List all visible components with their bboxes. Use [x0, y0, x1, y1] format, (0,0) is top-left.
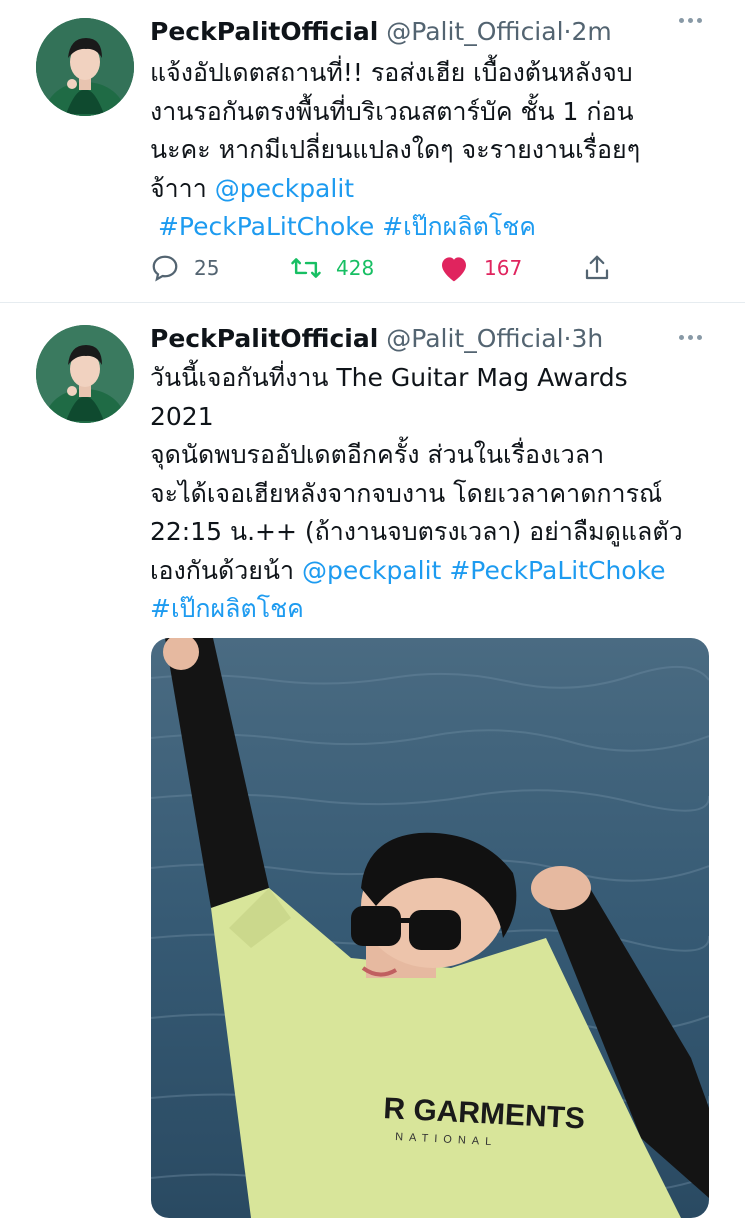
- hashtag-link[interactable]: #PeckPaLitChoke: [449, 556, 665, 585]
- timestamp[interactable]: 2m: [571, 17, 611, 46]
- more-icon[interactable]: [675, 327, 705, 347]
- heart-icon: [442, 257, 466, 282]
- tweet-text: วันนี้เจอกันที่งาน The Guitar Mag Awards…: [150, 359, 720, 629]
- share-button[interactable]: [582, 250, 612, 286]
- tweet-text-line: จุดนัดพบรออัปเดตอีกครั้ง ส่วนในเรื่องเวล…: [150, 440, 605, 469]
- tweet-text-fragment: เองกันด้วยน้า: [150, 555, 295, 585]
- reply-button[interactable]: 25: [150, 250, 219, 286]
- tweet-text: แจ้งอัปเดตสถานที่!! รอส่งเฮีย เบื้องต้นห…: [150, 54, 720, 247]
- mention-link[interactable]: @peckpalit: [215, 174, 354, 203]
- tweet-2[interactable]: PeckPalitOfficial @Palit_Official·3h วัน…: [0, 303, 745, 1218]
- hashtag-link[interactable]: #PeckPaLitChoke: [158, 212, 374, 241]
- retweet-icon: [291, 258, 321, 278]
- tweet-text-line: งานรอกันตรงพื้นที่บริเวณสตาร์บัค ชั้น 1 …: [150, 96, 634, 126]
- tweet-text-fragment: จ้าาา: [150, 173, 207, 203]
- tweet-text-line: จะได้เจอเฮียหลังจากจบงาน โดยเวลาคาดการณ์: [150, 478, 663, 508]
- tweet-header: PeckPalitOfficial @Palit_Official·3h: [150, 321, 705, 357]
- tweet-text-line: แจ้งอัปเดตสถานที่!! รอส่งเฮีย เบื้องต้นห…: [150, 58, 633, 87]
- like-count: 167: [484, 256, 523, 280]
- tweet-text-line: เองกันด้วยน้า @peckpalit #PeckPaLitChoke: [150, 552, 720, 591]
- avatar[interactable]: [36, 18, 134, 116]
- tweet-1[interactable]: PeckPalitOfficial @Palit_Official·2m แจ้…: [0, 0, 745, 303]
- tweet-text-line: จ้าาา @peckpalit: [150, 170, 720, 209]
- user-handle[interactable]: @Palit_Official: [386, 324, 563, 353]
- avatar[interactable]: [36, 325, 134, 423]
- tweet-text-line: #PeckPaLitChoke #เป๊กผลิตโชค: [150, 208, 720, 247]
- tweet-text-line: 2021: [150, 401, 214, 431]
- tweet-text-line: 22:15 น.++ (ถ้างานจบตรงเวลา) อย่าลืมดูแล…: [150, 517, 683, 546]
- share-icon: [585, 255, 609, 280]
- retweet-button[interactable]: 428: [290, 250, 374, 286]
- display-name[interactable]: PeckPalitOfficial: [150, 17, 378, 46]
- user-handle[interactable]: @Palit_Official: [386, 17, 563, 46]
- hashtag-link[interactable]: #เป๊กผลิตโชค: [150, 594, 304, 623]
- tweet-photo[interactable]: R GARMENTS NATIONAL: [151, 638, 709, 1218]
- mention-link[interactable]: @peckpalit: [302, 556, 441, 585]
- tweet-text-line: วันนี้เจอกันที่งาน The Guitar Mag Awards: [150, 363, 628, 392]
- reply-icon: [152, 255, 178, 282]
- hashtag-link[interactable]: #เป๊กผลิตโชค: [382, 212, 536, 241]
- retweet-count: 428: [336, 256, 375, 280]
- reply-count: 25: [194, 256, 220, 280]
- more-icon[interactable]: [675, 10, 705, 30]
- tweet-text-line: นะคะ หากมีเปลี่ยนแปลงใดๆ จะรายงานเรื่อยๆ: [150, 135, 641, 164]
- tweet-header: PeckPalitOfficial @Palit_Official·2m: [150, 14, 705, 50]
- like-button[interactable]: 167: [438, 250, 522, 286]
- display-name[interactable]: PeckPalitOfficial: [150, 324, 378, 353]
- tweet-text-line: #เป๊กผลิตโชค: [150, 590, 720, 629]
- timestamp[interactable]: 3h: [571, 324, 603, 353]
- tweet-actions: 25 428 167: [150, 250, 630, 286]
